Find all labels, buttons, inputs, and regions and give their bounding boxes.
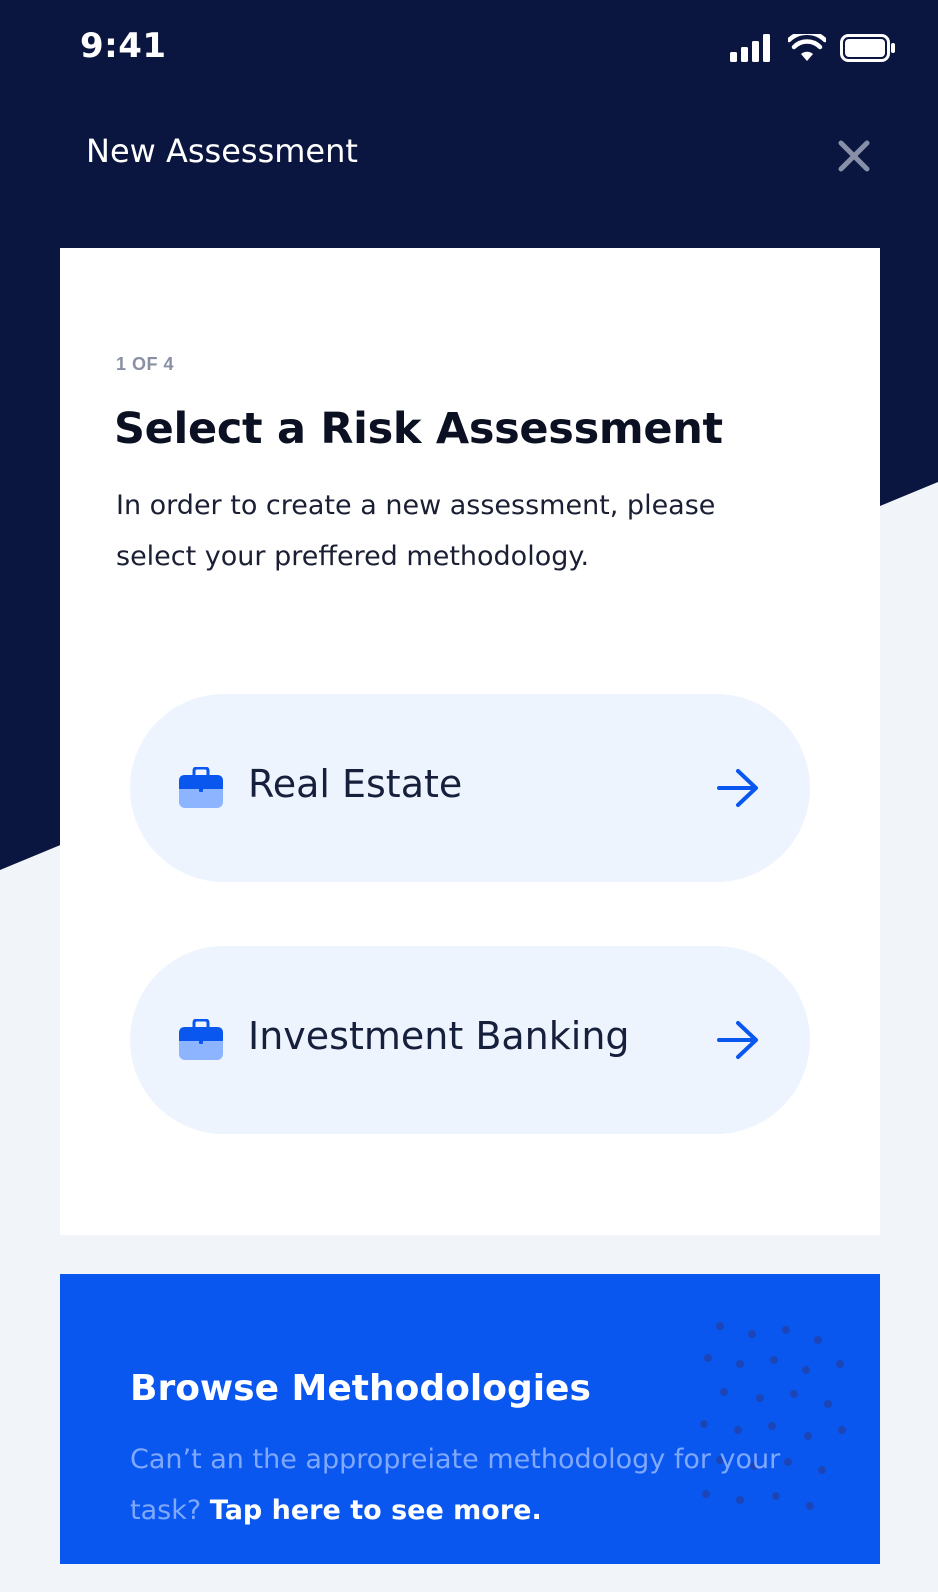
option-investment-banking[interactable]: Investment Banking <box>130 946 810 1134</box>
battery-icon <box>840 34 895 62</box>
step-indicator: 1 OF 4 <box>116 354 175 374</box>
cellular-signal-icon <box>730 34 770 62</box>
page-title: New Assessment <box>86 132 358 170</box>
card-description: In order to create a new assessment, ple… <box>116 490 716 572</box>
briefcase-icon <box>179 767 223 808</box>
close-icon[interactable] <box>836 138 872 174</box>
browse-methodologies-banner[interactable]: Browse Methodologies Can’t an the approp… <box>60 1274 880 1564</box>
briefcase-icon <box>179 1019 223 1060</box>
wifi-icon <box>788 34 826 61</box>
arrow-right-icon <box>717 769 758 807</box>
assessment-card: 1 OF 4 Select a Risk Assessment In order… <box>60 248 880 1235</box>
banner-text: Can’t an the appropreiate methodology fo… <box>130 1434 790 1536</box>
see-more-link[interactable]: Tap here to see more. <box>210 1495 542 1526</box>
arrow-right-icon <box>717 1021 758 1059</box>
status-icons <box>730 34 896 62</box>
option-label: Investment Banking <box>248 1014 630 1058</box>
banner-title: Browse Methodologies <box>130 1368 591 1409</box>
option-real-estate[interactable]: Real Estate <box>130 694 810 882</box>
status-time: 9:41 <box>80 26 167 66</box>
option-label: Real Estate <box>248 762 463 806</box>
card-title: Select a Risk Assessment <box>114 404 723 454</box>
